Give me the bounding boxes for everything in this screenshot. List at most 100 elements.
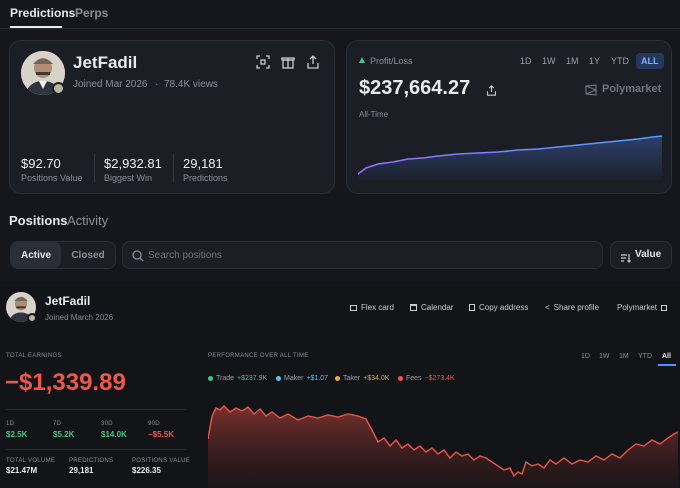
flex-card-button[interactable]: Flex card xyxy=(350,303,394,312)
gift-icon[interactable] xyxy=(281,55,299,73)
active-range-underline xyxy=(658,364,676,366)
stat-divider xyxy=(173,154,174,182)
dot-icon xyxy=(335,376,340,381)
polymarket-link[interactable]: Polymarket xyxy=(617,303,668,312)
period-7d-label: 7D xyxy=(53,421,62,427)
polymarket-brand: Polymarket xyxy=(602,83,662,95)
copy-address-label: Copy address xyxy=(479,303,529,312)
pnl-label: Profit/Loss xyxy=(370,56,413,66)
tabs-divider xyxy=(0,28,680,29)
legend-trade-name: Trade xyxy=(216,375,235,382)
tab-predictions[interactable]: Predictions xyxy=(10,6,75,20)
range-1m[interactable]: 1M xyxy=(566,56,579,66)
tab-perps[interactable]: Perps xyxy=(75,6,108,20)
triangle-up-icon xyxy=(359,57,365,63)
stat-positions-value: $92.70 xyxy=(21,156,61,171)
positions-value-label: POSITIONS VALUE xyxy=(132,458,191,464)
profile-joined: Joined Mar 2026 xyxy=(73,79,148,90)
verified-badge-icon xyxy=(52,82,65,95)
perf-range-1m[interactable]: 1M xyxy=(619,353,629,360)
dot-icon xyxy=(208,376,213,381)
legend-taker: Taker +$34.0K xyxy=(335,375,389,382)
period-7d-value: $5.2K xyxy=(53,430,75,439)
legend-fees-value: −$273.4K xyxy=(424,375,455,382)
share-icon[interactable] xyxy=(306,55,324,73)
embed-joined: Joined March 2026 xyxy=(45,313,114,322)
range-1y[interactable]: 1Y xyxy=(589,56,600,66)
share-profile-label: Share profile xyxy=(553,303,600,312)
divider xyxy=(6,449,186,450)
legend-maker-value: +$1.07 xyxy=(306,375,329,382)
closed-toggle[interactable]: Closed xyxy=(61,242,115,268)
period-30d-label: 30D xyxy=(101,421,113,427)
pnl-value: $237,664.27 xyxy=(359,77,471,99)
performance-area-chart xyxy=(208,405,678,488)
predictions-label: PREDICTIONS xyxy=(69,458,114,464)
search-input[interactable] xyxy=(148,245,588,265)
scan-icon[interactable] xyxy=(256,55,274,73)
sort-label: Value xyxy=(635,249,662,260)
copy-address-button[interactable]: Copy address xyxy=(469,303,528,312)
performance-label: PERFORMANCE OVER ALL TIME xyxy=(208,353,309,359)
stat-divider xyxy=(94,154,95,182)
dot-icon xyxy=(398,376,403,381)
perf-range-1w[interactable]: 1W xyxy=(599,353,610,360)
total-volume-value: $21.47M xyxy=(6,466,38,475)
pnl-period: All-Time xyxy=(359,110,389,119)
total-earnings-label: TOTAL EARNINGS xyxy=(6,353,62,359)
profile-views: 78.4K views xyxy=(164,79,218,90)
legend-trade-value: +$237.9K xyxy=(237,375,268,382)
range-all[interactable]: ALL xyxy=(636,53,664,69)
range-ytd[interactable]: YTD xyxy=(611,56,629,66)
period-90d-value: −$5.5K xyxy=(148,430,175,439)
share-icon[interactable] xyxy=(486,83,498,96)
external-link-icon xyxy=(661,304,668,311)
range-1w[interactable]: 1W xyxy=(542,56,556,66)
legend-fees: Fees −$273.4K xyxy=(398,375,455,382)
legend-taker-name: Taker xyxy=(343,375,361,382)
active-toggle[interactable]: Active xyxy=(11,242,61,268)
legend-maker-name: Maker xyxy=(284,375,304,382)
stat-positions-value-label: Positions Value xyxy=(21,173,83,183)
flex-card-label: Flex card xyxy=(361,303,394,312)
copy-icon xyxy=(469,304,475,311)
polymarket-logo-icon xyxy=(585,83,598,96)
perf-range-1d[interactable]: 1D xyxy=(581,353,590,360)
legend-taker-value: +$34.0K xyxy=(363,375,390,382)
positions-value-value: $226.35 xyxy=(132,466,161,475)
profile-name: JetFadil xyxy=(73,53,138,72)
total-earnings-value: −$1,339.89 xyxy=(5,369,126,396)
perf-range-all[interactable]: All xyxy=(662,353,671,360)
period-90d-label: 90D xyxy=(148,421,160,427)
embed-name: JetFadil xyxy=(45,294,91,308)
stat-predictions-label: Predictions xyxy=(183,173,228,183)
card-icon xyxy=(350,304,357,311)
legend-trade: Trade +$237.9K xyxy=(208,375,267,382)
share-icon: < xyxy=(545,303,550,312)
legend-fees-name: Fees xyxy=(406,375,422,382)
period-1d-value: $2.5K xyxy=(6,430,28,439)
total-volume-label: TOTAL VOLUME xyxy=(6,458,56,464)
calendar-button[interactable]: Calendar xyxy=(410,303,453,312)
perf-range-ytd[interactable]: YTD xyxy=(638,353,652,360)
stat-biggest-win-label: Biggest Win xyxy=(104,173,153,183)
search-icon xyxy=(132,249,144,262)
share-profile-button[interactable]: < Share profile xyxy=(545,303,599,312)
range-1d[interactable]: 1D xyxy=(520,56,532,66)
period-1d-label: 1D xyxy=(6,421,15,427)
sort-icon xyxy=(620,250,631,263)
dot-separator: · xyxy=(155,79,159,90)
stat-biggest-win: $2,932.81 xyxy=(104,156,162,171)
tab-positions[interactable]: Positions xyxy=(9,213,68,228)
polymarket-link-label: Polymarket xyxy=(617,303,658,312)
stat-predictions: 29,181 xyxy=(183,156,223,171)
predictions-value: 29,181 xyxy=(69,466,94,475)
pnl-line-chart xyxy=(358,135,662,180)
dot-icon xyxy=(276,376,281,381)
calendar-icon xyxy=(410,304,417,311)
tab-activity[interactable]: Activity xyxy=(67,213,108,228)
legend-maker: Maker +$1.07 xyxy=(276,375,328,382)
period-30d-value: $14.0K xyxy=(101,430,127,439)
calendar-label: Calendar xyxy=(421,303,454,312)
divider xyxy=(6,409,186,410)
